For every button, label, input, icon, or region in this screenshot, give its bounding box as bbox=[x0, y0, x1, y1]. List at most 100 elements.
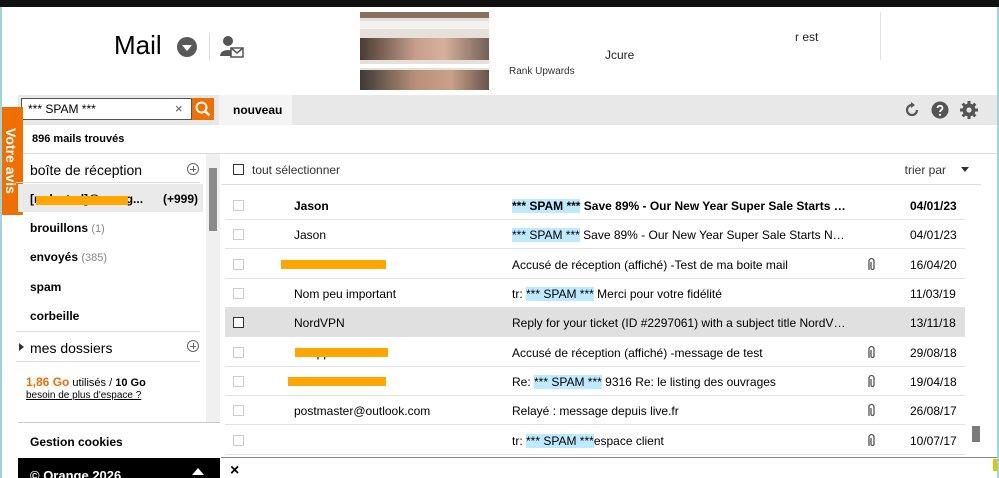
message-sender: Nom peu important bbox=[294, 287, 397, 301]
divider bbox=[16, 182, 200, 183]
message-subject: *** SPAM *** Save 89% - Our New Year Sup… bbox=[512, 199, 850, 213]
list-header: tout sélectionner trier par bbox=[221, 154, 981, 184]
sidebar-item-inbox[interactable]: boîte de réception bbox=[30, 162, 142, 178]
storage-used: 1,86 Go bbox=[26, 375, 70, 389]
window-top-border bbox=[0, 0, 999, 7]
clear-search-icon[interactable]: × bbox=[175, 99, 183, 119]
add-folder-icon[interactable] bbox=[187, 163, 199, 175]
message-row[interactable]: NordVPN Reply for your ticket (ID #229706… bbox=[225, 308, 965, 337]
divider bbox=[16, 361, 200, 362]
chevron-down-icon[interactable] bbox=[961, 167, 969, 172]
cookie-settings-link[interactable]: Gestion cookies bbox=[18, 422, 220, 458]
subject-text: Save 89% - Our New Year Super Sale Start… bbox=[579, 228, 850, 242]
app-title: Mail bbox=[114, 30, 162, 60]
footer-copyright: © Orange 2026 bbox=[18, 458, 220, 478]
message-checkbox[interactable] bbox=[233, 317, 244, 328]
subject-text: Relayé : message depuis live.fr bbox=[512, 404, 679, 418]
settings-gear-icon[interactable] bbox=[960, 101, 978, 119]
message-date: 13/11/18 bbox=[910, 316, 956, 330]
app-switcher-chevron-icon[interactable] bbox=[177, 37, 197, 57]
message-checkbox[interactable] bbox=[233, 405, 244, 416]
subject-text: Merci pour votre fidélité bbox=[593, 287, 722, 301]
search-highlight: *** SPAM *** bbox=[526, 434, 594, 448]
account-unread-count: (+999) bbox=[163, 192, 199, 206]
toolbar: *** SPAM *** × nouveau bbox=[18, 95, 997, 125]
feedback-tab-label[interactable]: Votre avis bbox=[3, 128, 19, 194]
message-date: 04/01/23 bbox=[910, 199, 957, 213]
new-mail-button[interactable]: nouveau bbox=[219, 95, 292, 125]
sidebar-item-spam[interactable]: spam bbox=[30, 280, 61, 294]
divider bbox=[16, 331, 200, 332]
message-subject: Accusé de réception (affiché) -message d… bbox=[512, 346, 850, 360]
bottom-panel bbox=[221, 457, 997, 478]
sort-button[interactable]: trier par bbox=[905, 163, 946, 177]
message-date: 26/08/17 bbox=[910, 404, 957, 418]
refresh-icon[interactable] bbox=[903, 101, 921, 119]
subject-text: Accusé de réception (affiché) -Test de m… bbox=[512, 258, 788, 272]
message-checkbox[interactable] bbox=[233, 229, 244, 240]
expand-caret-icon[interactable] bbox=[19, 343, 24, 351]
subject-text: 9316 Re: le listing des ouvrages bbox=[601, 375, 776, 389]
message-date: 04/01/23 bbox=[910, 228, 957, 242]
message-row[interactable]: Jason *** SPAM *** Save 89% - Our New Yea… bbox=[225, 191, 965, 220]
message-sender: NordVPN bbox=[294, 316, 345, 330]
redaction-mark bbox=[288, 377, 386, 386]
message-sender: Jason bbox=[294, 199, 329, 213]
redaction-mark bbox=[281, 260, 386, 269]
header-divider bbox=[880, 12, 881, 60]
search-input[interactable]: *** SPAM *** bbox=[21, 98, 192, 120]
sidebar-item-my-folders[interactable]: mes dossiers bbox=[30, 340, 112, 356]
folder-label: brouillons bbox=[30, 221, 88, 235]
search-highlight: *** SPAM *** bbox=[512, 199, 581, 213]
panel-edge-marker bbox=[993, 459, 997, 471]
redaction-mark bbox=[36, 196, 128, 205]
message-checkbox[interactable] bbox=[233, 347, 244, 358]
subject-text: Accusé de réception (affiché) -message d… bbox=[512, 346, 763, 360]
add-folder-icon[interactable] bbox=[187, 340, 199, 352]
folder-count: (385) bbox=[81, 252, 108, 264]
select-all-checkbox[interactable] bbox=[233, 164, 244, 175]
message-row[interactable]: tr: *** SPAM ***espace client 10/07/17 bbox=[225, 426, 965, 455]
sidebar-item-drafts[interactable]: brouillons (1) bbox=[30, 221, 105, 235]
ad-caption[interactable]: Rank Upwards bbox=[509, 66, 575, 77]
divider bbox=[221, 184, 981, 185]
sidebar-item-sent[interactable]: envoyés (385) bbox=[30, 250, 107, 264]
message-checkbox[interactable] bbox=[233, 200, 244, 211]
subject-text: espace client bbox=[593, 434, 664, 448]
message-checkbox[interactable] bbox=[233, 259, 244, 270]
close-icon[interactable]: × bbox=[230, 462, 239, 478]
search-button[interactable] bbox=[192, 98, 214, 120]
message-checkbox[interactable] bbox=[233, 288, 244, 299]
message-date: 16/04/20 bbox=[910, 258, 957, 272]
message-subject: Re: *** SPAM *** 9316 Re: le listing des… bbox=[512, 375, 850, 389]
message-row[interactable]: Jason *** SPAM *** Save 89% - Our New Yea… bbox=[225, 220, 965, 249]
message-date: 11/03/19 bbox=[910, 287, 956, 301]
subject-text: tr: bbox=[512, 287, 526, 301]
contacts-icon[interactable] bbox=[220, 34, 244, 60]
message-subject: Relayé : message depuis live.fr bbox=[512, 404, 850, 418]
message-subject: Reply for your ticket (ID #2297061) with… bbox=[512, 316, 850, 330]
message-row[interactable]: Nom peu important tr: *** SPAM *** Merci … bbox=[225, 279, 965, 308]
attachment-paperclip-icon bbox=[868, 257, 875, 271]
message-date: 29/08/18 bbox=[910, 346, 957, 360]
chevron-up-icon[interactable] bbox=[192, 468, 204, 475]
help-icon[interactable] bbox=[931, 101, 949, 119]
folder-label: corbeille bbox=[30, 309, 80, 323]
message-row[interactable]: postmaster@outlook.com Relayé : message d… bbox=[225, 396, 965, 425]
storage-total: 10 Go bbox=[115, 377, 146, 389]
message-date: 10/07/17 bbox=[910, 434, 957, 448]
sidebar-scrollbar-thumb[interactable] bbox=[209, 168, 217, 231]
folder-label: envoyés bbox=[30, 250, 79, 264]
message-checkbox[interactable] bbox=[233, 435, 244, 446]
select-all-label[interactable]: tout sélectionner bbox=[252, 163, 340, 177]
advertisement-image[interactable] bbox=[360, 12, 489, 90]
attachment-paperclip-icon bbox=[868, 403, 875, 417]
list-scrollbar-thumb[interactable] bbox=[972, 426, 980, 442]
attachment-paperclip-icon bbox=[868, 345, 875, 359]
message-subject: tr: *** SPAM *** Merci pour votre fidéli… bbox=[512, 287, 850, 301]
folder-count: (1) bbox=[91, 223, 105, 235]
more-storage-link[interactable]: besoin de plus d'espace ? bbox=[26, 390, 141, 401]
message-checkbox[interactable] bbox=[233, 376, 244, 387]
sidebar-item-trash[interactable]: corbeille bbox=[30, 309, 79, 323]
folder-label: spam bbox=[30, 280, 62, 294]
